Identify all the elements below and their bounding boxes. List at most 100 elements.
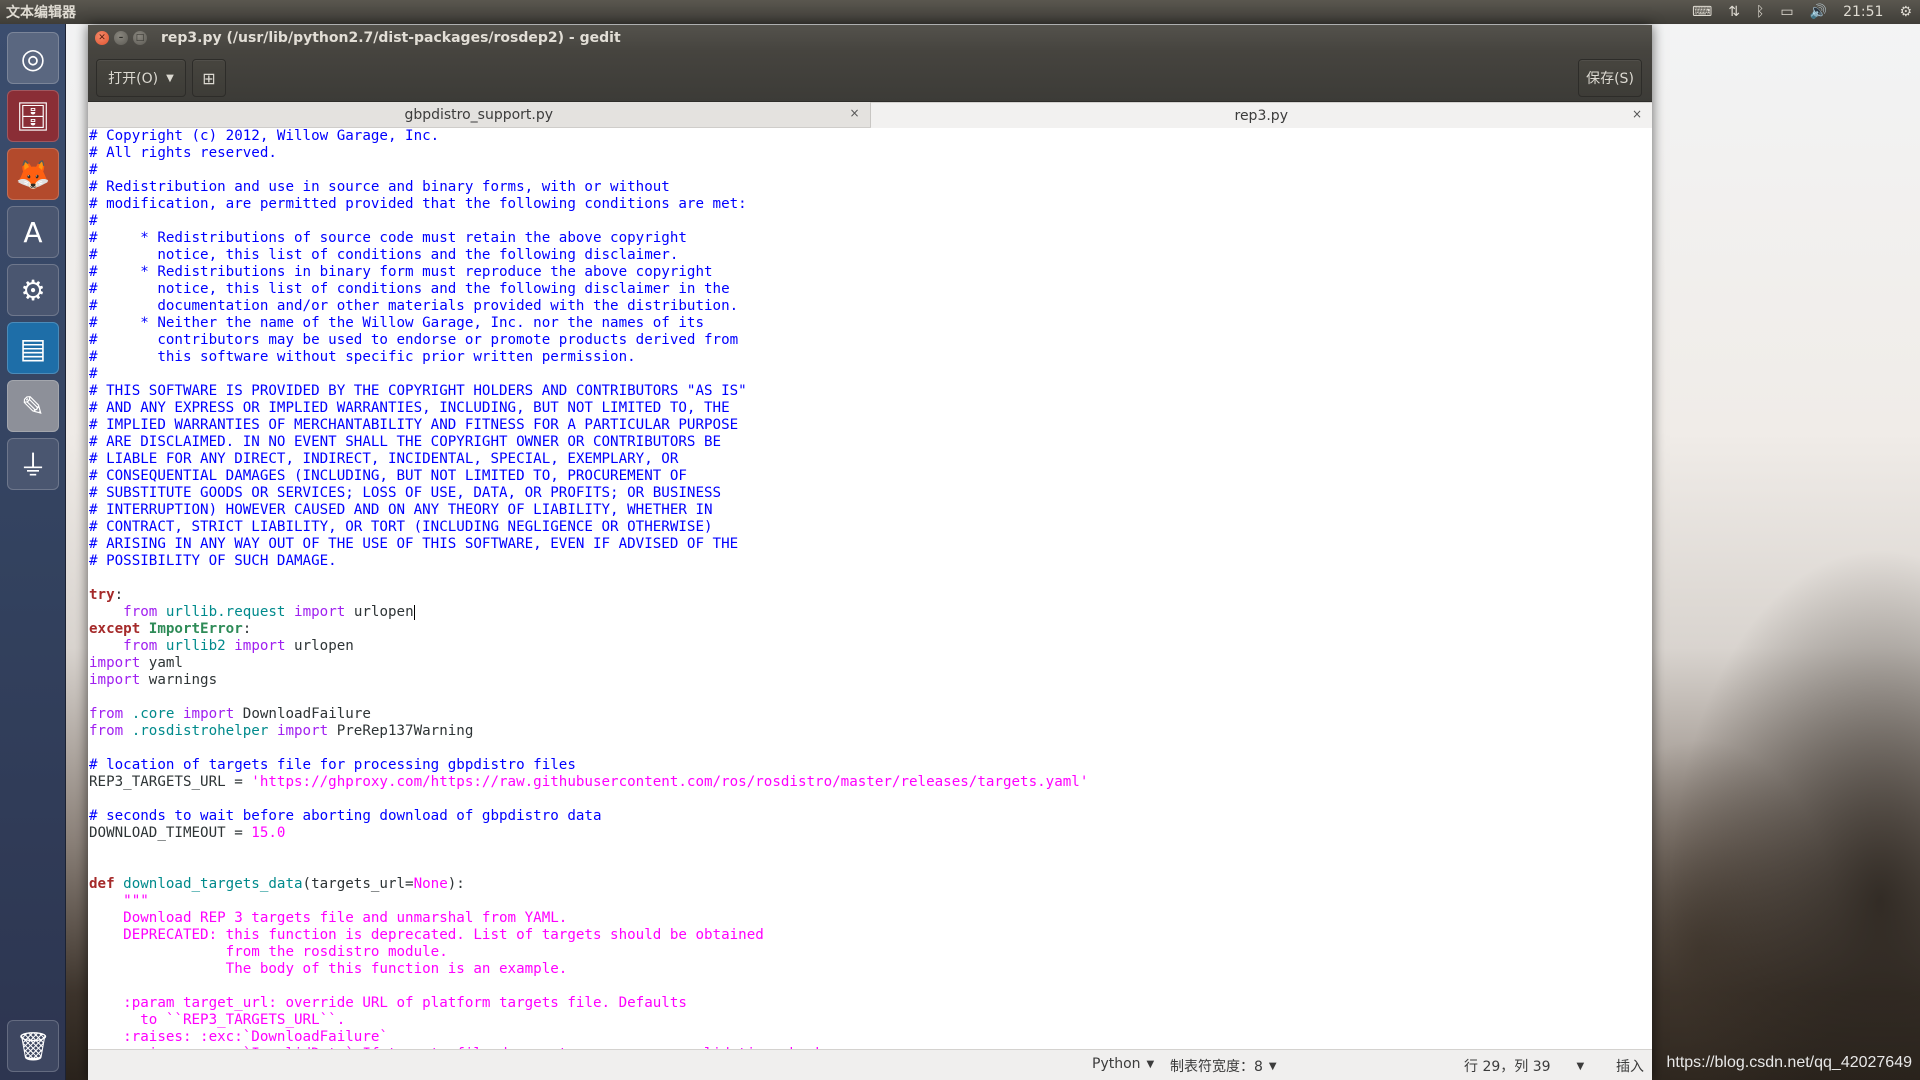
code-line[interactable]: # All rights reserved. — [89, 145, 1652, 162]
code-token: try — [89, 587, 115, 603]
code-line[interactable]: """ — [89, 893, 1652, 910]
close-tab-icon[interactable]: × — [1632, 107, 1642, 121]
code-line[interactable]: # IMPLIED WARRANTIES OF MERCHANTABILITY … — [89, 417, 1652, 434]
code-line[interactable]: REP3_TARGETS_URL = 'https://ghproxy.com/… — [89, 774, 1652, 791]
code-line[interactable]: :raises: :exc:`DownloadFailure` — [89, 1029, 1652, 1046]
code-line[interactable]: try: — [89, 587, 1652, 604]
code-line[interactable] — [89, 689, 1652, 706]
code-line[interactable]: # AND ANY EXPRESS OR IMPLIED WARRANTIES,… — [89, 400, 1652, 417]
tab-rep3[interactable]: rep3.py × — [870, 102, 1652, 128]
language-selector[interactable]: Python ▼ — [1092, 1056, 1154, 1072]
code-line[interactable]: # ARE DISCLAIMED. IN NO EVENT SHALL THE … — [89, 434, 1652, 451]
cursor-position[interactable]: 行 29，列 39 ▼ — [1464, 1056, 1584, 1076]
maximize-window-button[interactable]: □ — [133, 31, 147, 45]
code-token: # IMPLIED WARRANTIES OF MERCHANTABILITY … — [89, 417, 739, 433]
battery-icon[interactable]: ▭ — [1780, 4, 1793, 20]
launcher-item-ubuntu-dash[interactable]: ◎ — [7, 32, 59, 84]
launcher-item-firefox[interactable]: 🦊 — [7, 148, 59, 200]
code-line[interactable] — [89, 791, 1652, 808]
bluetooth-icon[interactable]: ᛒ — [1756, 4, 1764, 20]
code-line[interactable]: # POSSIBILITY OF SUCH DAMAGE. — [89, 553, 1652, 570]
save-button[interactable]: 保存(S) — [1578, 59, 1642, 97]
launcher-item-system-settings[interactable]: ⚙ — [7, 264, 59, 316]
code-line[interactable] — [89, 859, 1652, 876]
launcher-item-files[interactable]: 🗄 — [7, 90, 59, 142]
code-line[interactable]: from .core import DownloadFailure — [89, 706, 1652, 723]
keyboard-icon[interactable]: ⌨ — [1692, 4, 1712, 20]
open-button[interactable]: 打开(O) ▼ — [96, 59, 186, 97]
code-token: urllib.request — [165, 604, 286, 620]
code-line[interactable]: # LIABLE FOR ANY DIRECT, INDIRECT, INCID… — [89, 451, 1652, 468]
minimize-window-button[interactable]: – — [114, 31, 128, 45]
code-line[interactable]: # location of targets file for processin… — [89, 757, 1652, 774]
code-line[interactable]: # Redistribution and use in source and b… — [89, 179, 1652, 196]
code-line[interactable] — [89, 842, 1652, 859]
code-line[interactable] — [89, 570, 1652, 587]
code-line[interactable]: import warnings — [89, 672, 1652, 689]
code-line[interactable]: except ImportError: — [89, 621, 1652, 638]
code-editor[interactable]: # Copyright (c) 2012, Willow Garage, Inc… — [88, 128, 1652, 1050]
code-text[interactable]: # Copyright (c) 2012, Willow Garage, Inc… — [88, 128, 1652, 1050]
code-line[interactable]: The body of this function is an example. — [89, 961, 1652, 978]
code-line[interactable]: from the rosdistro module. — [89, 944, 1652, 961]
tab-width-selector[interactable]: 制表符宽度：8 ▼ — [1170, 1056, 1277, 1076]
code-token: # LIABLE FOR ANY DIRECT, INDIRECT, INCID… — [89, 451, 679, 467]
network-transfer-icon[interactable]: ⇅ — [1728, 4, 1740, 20]
code-line[interactable]: # documentation and/or other materials p… — [89, 298, 1652, 315]
tab-label: rep3.py — [1234, 107, 1288, 124]
pencil-document-icon: ✎ — [21, 389, 45, 423]
code-line[interactable]: # notice, this list of conditions and th… — [89, 281, 1652, 298]
launcher-item-trash[interactable]: 🗑 — [7, 1020, 59, 1072]
code-line[interactable]: import yaml — [89, 655, 1652, 672]
code-line[interactable]: # contributors may be used to endorse or… — [89, 332, 1652, 349]
code-line[interactable]: # Copyright (c) 2012, Willow Garage, Inc… — [89, 128, 1652, 145]
window-title: rep3.py (/usr/lib/python2.7/dist-package… — [161, 30, 621, 46]
code-line[interactable]: # * Neither the name of the Willow Garag… — [89, 315, 1652, 332]
code-line[interactable]: Download REP 3 targets file and unmarsha… — [89, 910, 1652, 927]
new-document-button[interactable]: ⊞ — [192, 59, 226, 97]
close-window-button[interactable]: ✕ — [95, 31, 109, 45]
tab-gbpdistro-support[interactable]: gbpdistro_support.py × — [88, 102, 871, 127]
code-line[interactable]: DOWNLOAD_TIMEOUT = 15.0 — [89, 825, 1652, 842]
code-line[interactable]: # — [89, 162, 1652, 179]
window-titlebar[interactable]: ✕ – □ rep3.py (/usr/lib/python2.7/dist-p… — [88, 25, 1652, 51]
code-line[interactable]: from urllib.request import urlopen — [89, 604, 1652, 621]
volume-icon[interactable]: 🔊 — [1810, 4, 1827, 20]
code-token: # notice, this list of conditions and th… — [89, 281, 730, 297]
code-line[interactable]: # — [89, 213, 1652, 230]
code-token: # ARISING IN ANY WAY OUT OF THE USE OF T… — [89, 536, 739, 552]
clock[interactable]: 21:51 — [1843, 4, 1883, 20]
code-line[interactable]: from urllib2 import urlopen — [89, 638, 1652, 655]
code-line[interactable]: from .rosdistrohelper import PreRep137Wa… — [89, 723, 1652, 740]
launcher-item-software-center[interactable]: A — [7, 206, 59, 258]
code-line[interactable] — [89, 740, 1652, 757]
insert-mode[interactable]: 插入 — [1616, 1056, 1644, 1076]
close-tab-icon[interactable]: × — [849, 106, 859, 120]
code-line[interactable]: # INTERRUPTION) HOWEVER CAUSED AND ON AN… — [89, 502, 1652, 519]
code-line[interactable]: # THIS SOFTWARE IS PROVIDED BY THE COPYR… — [89, 383, 1652, 400]
code-line[interactable]: # ARISING IN ANY WAY OUT OF THE USE OF T… — [89, 536, 1652, 553]
code-line[interactable]: to ``REP3_TARGETS_URL``. — [89, 1012, 1652, 1029]
code-line[interactable]: # — [89, 366, 1652, 383]
launcher-item-text-editor[interactable]: ✎ — [7, 380, 59, 432]
code-line[interactable]: # * Redistributions of source code must … — [89, 230, 1652, 247]
code-line[interactable]: # seconds to wait before aborting downlo… — [89, 808, 1652, 825]
code-line[interactable] — [89, 978, 1652, 995]
code-line[interactable]: # CONSEQUENTIAL DAMAGES (INCLUDING, BUT … — [89, 468, 1652, 485]
code-line[interactable]: # CONTRACT, STRICT LIABILITY, OR TORT (I… — [89, 519, 1652, 536]
power-gear-icon[interactable]: ⚙ — [1899, 4, 1912, 20]
launcher-item-usb-drive[interactable]: ⏚ — [7, 438, 59, 490]
code-token: # * Redistributions of source code must … — [89, 230, 687, 246]
code-line[interactable]: # modification, are permitted provided t… — [89, 196, 1652, 213]
code-line[interactable]: # this software without specific prior w… — [89, 349, 1652, 366]
code-line[interactable]: DEPRECATED: this function is deprecated.… — [89, 927, 1652, 944]
tab-width-label: 制表符宽度：8 — [1170, 1059, 1263, 1075]
code-line[interactable]: # * Redistributions in binary form must … — [89, 264, 1652, 281]
code-line[interactable]: :param target_url: override URL of platf… — [89, 995, 1652, 1012]
code-line[interactable]: def download_targets_data(targets_url=No… — [89, 876, 1652, 893]
launcher-item-libreoffice-writer[interactable]: ▤ — [7, 322, 59, 374]
code-token: # CONSEQUENTIAL DAMAGES (INCLUDING, BUT … — [89, 468, 687, 484]
code-line[interactable]: # SUBSTITUTE GOODS OR SERVICES; LOSS OF … — [89, 485, 1652, 502]
chevron-down-icon: ▼ — [1268, 1060, 1277, 1072]
code-line[interactable]: # notice, this list of conditions and th… — [89, 247, 1652, 264]
